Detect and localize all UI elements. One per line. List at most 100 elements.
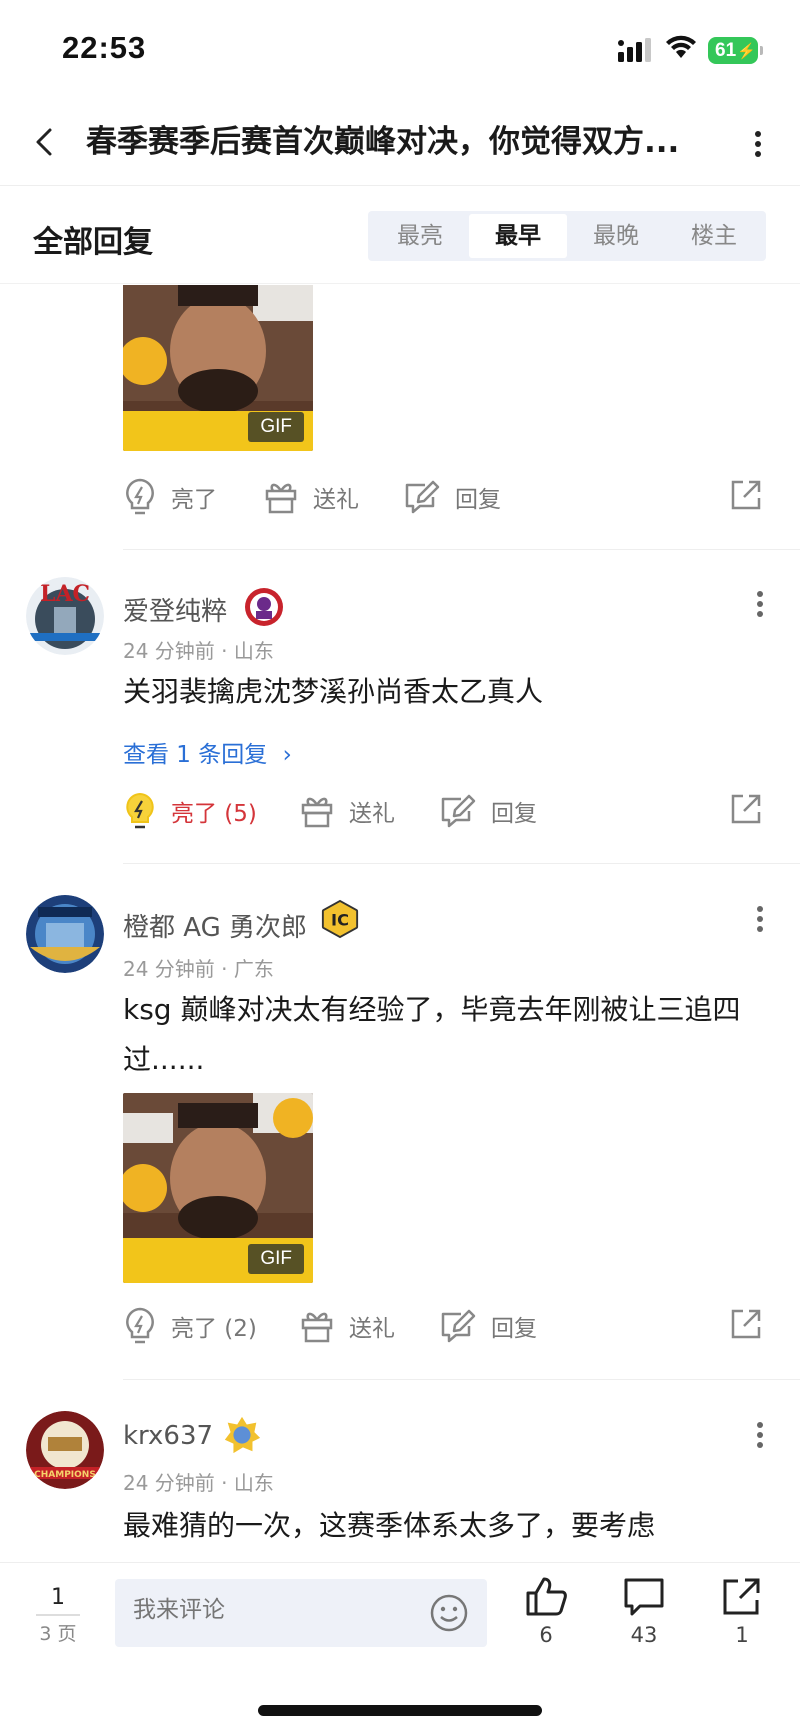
comment-meta: 24 分钟前 · 山东 (123, 639, 274, 663)
avatar-image: LAC (26, 577, 104, 655)
reply-button[interactable]: 回复 (403, 472, 501, 522)
comment-text: ksg 巅峰对决太有经验了，毕竟去年刚被让三追四过...... (123, 993, 741, 1076)
comment-text: 关羽裴擒虎沈梦溪孙尚香太乙真人 (123, 675, 544, 708)
view-replies-link[interactable]: 查看 1 条回复 › (123, 735, 292, 769)
gif-badge: GIF (248, 1244, 304, 1274)
gift-label: 送礼 (349, 801, 395, 827)
like-button[interactable]: 6 (516, 1575, 576, 1647)
comment-text: 最难猜的一次，这赛季体系太多了，要考虑 (123, 1509, 656, 1542)
comment-bubble-icon (624, 1578, 664, 1616)
gift-icon (265, 483, 297, 514)
light-button[interactable]: 亮了 (5) (123, 786, 257, 836)
username[interactable]: 橙都 AG 勇次郎 (123, 907, 307, 944)
lightbulb-lit-icon (126, 792, 154, 829)
avatar-image (26, 895, 104, 973)
tab-earliest[interactable]: 最早 (469, 214, 567, 258)
team-badge-icon: IC (321, 899, 359, 939)
tab-latest[interactable]: 最晚 (567, 214, 665, 258)
tab-brightest[interactable]: 最亮 (371, 214, 469, 258)
bottom-bar: 1 3 页 6 43 1 (0, 1562, 800, 1731)
share-icon[interactable] (729, 792, 763, 826)
comment-more-icon[interactable] (752, 899, 768, 939)
status-bar: 22:53 61⚡ (0, 0, 800, 100)
comment-item: CHAMPIONS krx637 24 分钟前 · 山东 最难猜的一次，这赛季体… (0, 1379, 800, 1562)
comment-actions: 亮了 (2) 送礼 回复 (123, 1301, 763, 1351)
gift-icon (301, 797, 333, 828)
gif-badge: GIF (248, 412, 304, 442)
back-arrow-icon[interactable] (26, 122, 62, 162)
reply-edit-icon (441, 794, 476, 828)
like-count: 6 (539, 1623, 553, 1647)
comment-input[interactable] (133, 1597, 413, 1623)
gift-button[interactable]: 送礼 (263, 472, 359, 522)
gift-icon (301, 1312, 333, 1343)
view-replies-label: 查看 1 条回复 (123, 742, 268, 768)
avatar[interactable]: LAC (26, 577, 104, 655)
home-indicator[interactable] (258, 1705, 542, 1716)
page-indicator[interactable]: 1 3 页 (36, 1585, 80, 1646)
comment-more-icon[interactable] (752, 1415, 768, 1455)
gift-button[interactable]: 送礼 (299, 786, 395, 836)
comment-actions: 亮了 (5) 送礼 回复 (123, 786, 763, 836)
avatar[interactable] (26, 895, 104, 973)
lightbulb-icon (126, 1307, 154, 1344)
reply-label: 回复 (491, 801, 537, 827)
comment-more-icon[interactable] (752, 584, 768, 624)
reaction-gif[interactable]: GIF (123, 1093, 313, 1283)
thread-title: 春季赛季后赛首次巅峰对决，你觉得双方... (86, 124, 680, 160)
gift-label: 送礼 (313, 487, 359, 513)
reply-label: 回复 (455, 487, 501, 513)
svg-text:IC: IC (331, 911, 349, 930)
team-badge-icon (245, 588, 283, 626)
comments-button[interactable]: 43 (614, 1575, 674, 1647)
svg-text:LAC: LAC (40, 581, 90, 607)
avatar-image: CHAMPIONS (26, 1411, 104, 1489)
nav-bar: 春季赛季后赛首次巅峰对决，你觉得双方... (0, 100, 800, 186)
share-button[interactable]: 1 (712, 1575, 772, 1647)
tab-op-only[interactable]: 楼主 (665, 214, 763, 258)
username[interactable]: 爱登纯粹 (123, 591, 227, 628)
share-icon[interactable] (729, 478, 763, 512)
team-badge-icon (224, 1416, 261, 1454)
reply-list[interactable]: GIF 亮了 送礼 回复 LAC 爱登纯粹 24 分钟前 · 山东 关羽裴擒虎沈… (0, 285, 800, 1562)
gift-button[interactable]: 送礼 (299, 1301, 395, 1351)
comment-meta: 24 分钟前 · 山东 (123, 1471, 274, 1495)
light-count-label: 亮了 (5) (171, 801, 257, 827)
comment-item: 橙都 AG 勇次郎 IC 24 分钟前 · 广东 ksg 巅峰对决太有经验了，毕… (0, 863, 800, 1333)
total-pages: 3 页 (36, 1614, 80, 1646)
status-time: 22:53 (62, 30, 147, 65)
reply-label: 回复 (491, 1316, 537, 1342)
replies-header: 全部回复 最亮 最早 最晚 楼主 (0, 187, 800, 284)
reply-button[interactable]: 回复 (439, 786, 537, 836)
username[interactable]: krx637 (123, 1421, 213, 1451)
emoji-icon[interactable] (429, 1593, 469, 1633)
all-replies-title: 全部回复 (33, 225, 153, 260)
cellular-signal-icon (618, 38, 651, 62)
chevron-right-icon: › (282, 742, 292, 768)
battery-icon: 61⚡ (708, 37, 763, 64)
share-count: 1 (735, 1623, 749, 1647)
reply-edit-icon (405, 480, 440, 514)
reaction-gif[interactable]: GIF (123, 285, 313, 451)
reply-button[interactable]: 回复 (439, 1301, 537, 1351)
more-vertical-icon[interactable] (748, 124, 768, 164)
reply-edit-icon (441, 1309, 476, 1343)
light-label: 亮了 (171, 487, 217, 513)
comment-input-box[interactable] (115, 1579, 487, 1647)
light-button[interactable]: 亮了 (2) (123, 1301, 257, 1351)
thumbs-up-icon (526, 1577, 567, 1616)
wifi-icon (666, 35, 696, 58)
gift-label: 送礼 (349, 1316, 395, 1342)
share-icon (723, 1578, 760, 1615)
comment-meta: 24 分钟前 · 广东 (123, 957, 274, 981)
light-button[interactable]: 亮了 (123, 472, 217, 522)
top-reply-actions: 亮了 送礼 回复 (123, 472, 763, 522)
avatar[interactable]: CHAMPIONS (26, 1411, 104, 1489)
lightbulb-icon (126, 478, 154, 515)
current-page: 1 (51, 1585, 65, 1610)
share-icon[interactable] (729, 1307, 763, 1341)
light-count-label: 亮了 (2) (171, 1316, 257, 1342)
svg-text:CHAMPIONS: CHAMPIONS (34, 1470, 96, 1480)
comment-count: 43 (630, 1623, 658, 1647)
battery-level: 61 (715, 40, 737, 61)
